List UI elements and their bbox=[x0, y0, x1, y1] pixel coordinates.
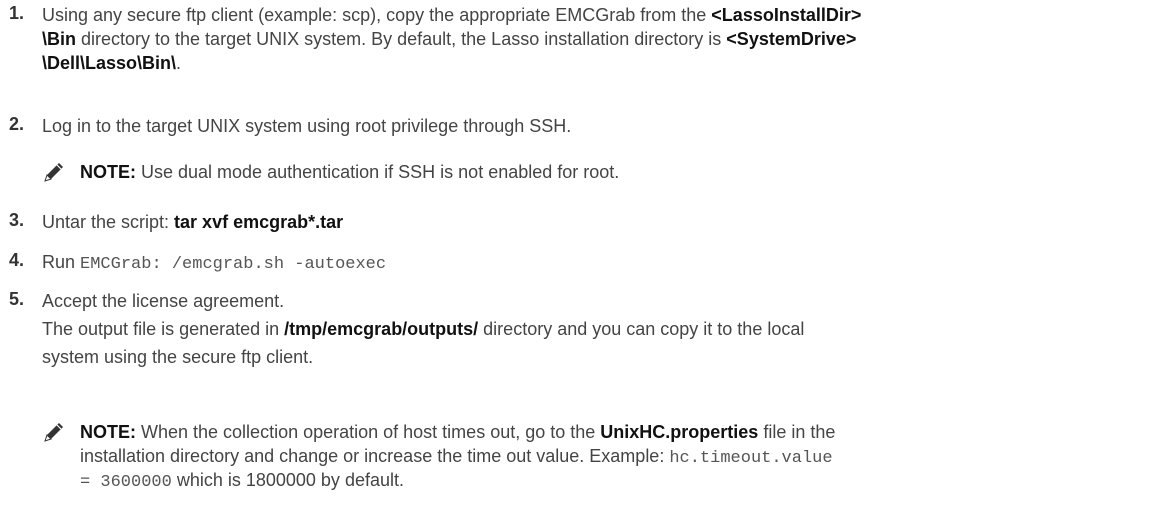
pencil-note-icon bbox=[42, 160, 66, 184]
step-number: 1. bbox=[9, 3, 25, 23]
bold-path: <SystemDrive> bbox=[726, 29, 857, 49]
step-text: Accept the license agreement. bbox=[42, 291, 285, 311]
step-number: 3. bbox=[9, 210, 25, 230]
bold-command: tar xvf emcgrab*.tar bbox=[174, 212, 344, 232]
step-text: Using any secure ftp client (example: sc… bbox=[42, 3, 1155, 75]
note-label: NOTE: bbox=[80, 162, 136, 182]
bold-path: /tmp/emcgrab/outputs/ bbox=[284, 319, 479, 339]
text-run: directory to the target UNIX system. By … bbox=[76, 29, 727, 49]
step-number: 4. bbox=[9, 250, 25, 270]
bold-filename: UnixHC.properties bbox=[600, 422, 759, 442]
bold-path: \Bin bbox=[42, 29, 76, 49]
text-run: file in the bbox=[758, 422, 836, 442]
bold-path: \Dell\Lasso\Bin\ bbox=[42, 53, 177, 73]
note-text: Use dual mode authentication if SSH is n… bbox=[136, 162, 620, 182]
bold-path: <LassoInstallDir> bbox=[711, 5, 862, 25]
step-number: 2. bbox=[9, 114, 25, 134]
text-run: which is 1800000 by default. bbox=[171, 470, 404, 490]
text-run: The output file is generated in bbox=[42, 319, 285, 339]
code-value: = 3600000 bbox=[80, 473, 172, 492]
text-run: directory and you can copy it to the loc… bbox=[478, 319, 805, 339]
document-page: 1. Using any secure ftp client (example:… bbox=[0, 0, 1163, 507]
text-run: Untar the script: bbox=[42, 212, 175, 232]
pencil-note-icon bbox=[42, 420, 66, 444]
step-text: Log in to the target UNIX system using r… bbox=[42, 116, 572, 136]
step-number: 5. bbox=[9, 289, 25, 309]
code-property: hc.timeout.value bbox=[669, 449, 833, 468]
note-label: NOTE: bbox=[80, 422, 136, 442]
text-run: system using the secure ftp client. bbox=[42, 347, 314, 367]
text-run: When the collection operation of host ti… bbox=[136, 422, 601, 442]
text-run: Run bbox=[42, 252, 81, 272]
text-run: . bbox=[176, 53, 182, 73]
code-command: EMCGrab: /emcgrab.sh -autoexec bbox=[80, 255, 387, 274]
text-run: Using any secure ftp client (example: sc… bbox=[42, 5, 712, 25]
text-run: installation directory and change or inc… bbox=[80, 446, 670, 466]
